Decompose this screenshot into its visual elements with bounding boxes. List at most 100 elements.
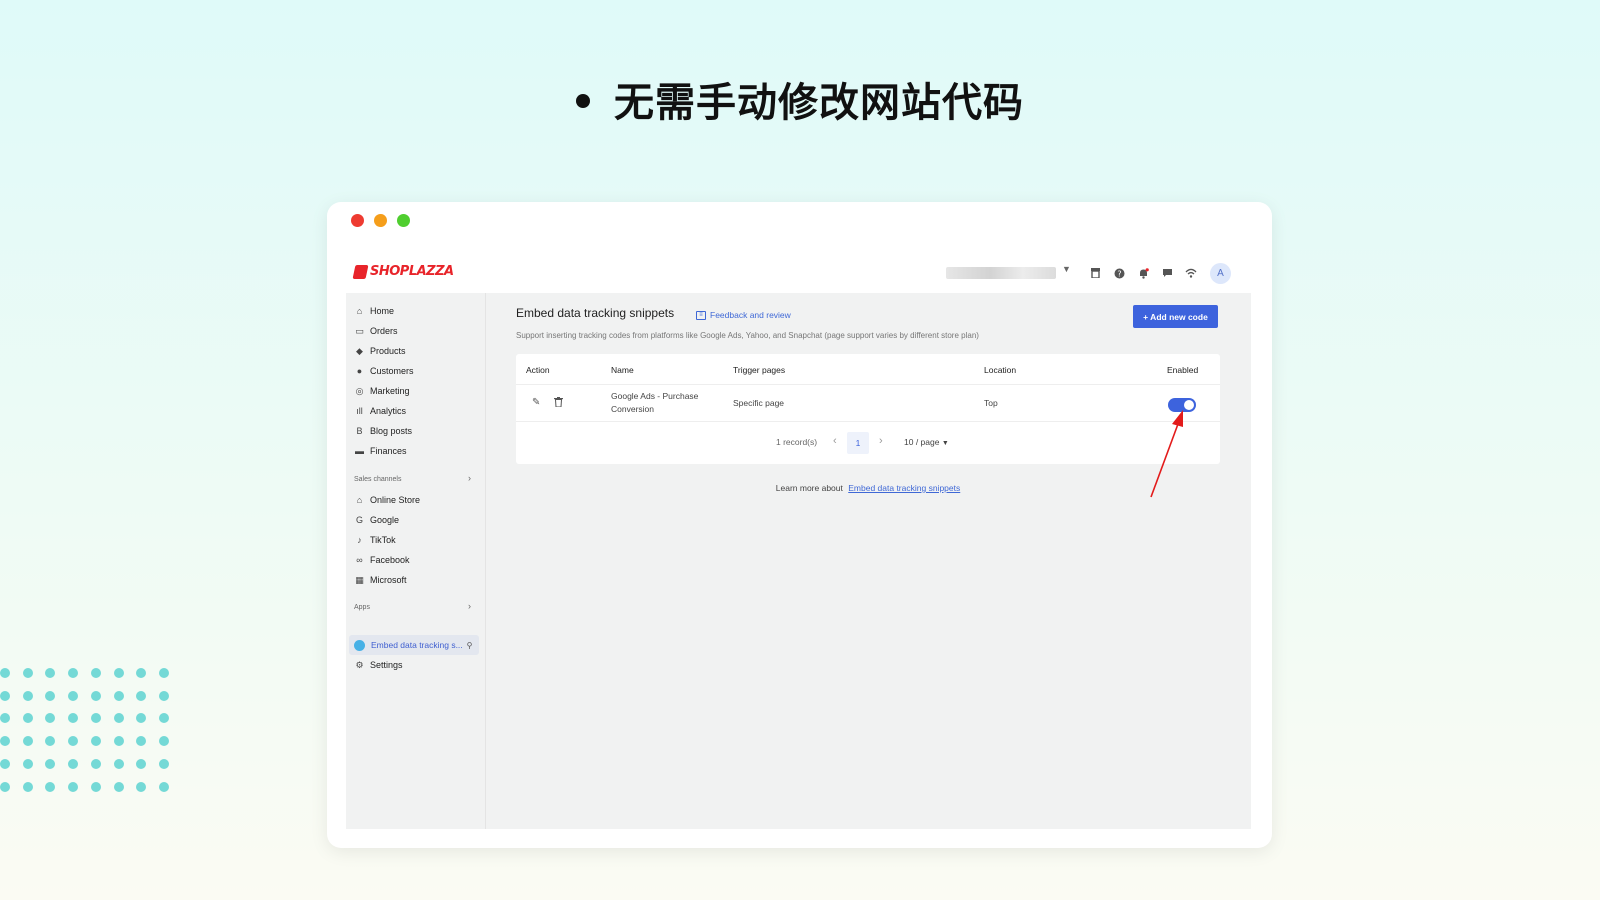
column-header-action: Action	[526, 365, 550, 375]
bell-icon[interactable]	[1135, 262, 1151, 284]
table-header: Action Name Trigger pages Location Enabl…	[516, 354, 1220, 385]
avatar[interactable]: A	[1210, 262, 1231, 284]
sidebar-item-label: Marketing	[370, 386, 410, 396]
decorative-dot	[68, 758, 79, 769]
enabled-toggle[interactable]	[1168, 398, 1196, 412]
decorative-dot	[22, 713, 33, 724]
edit-icon[interactable]: ✎	[532, 397, 540, 408]
sales-channels-label: Sales channels	[354, 476, 402, 483]
decorative-dot	[136, 781, 147, 792]
store-icon: ⌂	[356, 495, 363, 505]
decorative-dot	[45, 781, 56, 792]
finance-icon: ▬	[355, 446, 364, 456]
close-window-button[interactable]	[351, 214, 364, 227]
prev-page-icon[interactable]: ‹	[833, 435, 837, 447]
feedback-link[interactable]: ≡ Feedback and review	[696, 310, 791, 320]
page-size-value: 10 / page	[904, 437, 940, 447]
decorative-dot	[113, 713, 124, 724]
sidebar-item-tiktok[interactable]: ♪ TikTok	[346, 530, 486, 550]
sidebar-item-online-store[interactable]: ⌂ Online Store	[346, 490, 486, 510]
message-icon[interactable]	[1159, 262, 1175, 284]
store-selector[interactable]	[946, 267, 1056, 279]
top-icons: ? A	[1087, 262, 1231, 284]
decorative-dot	[22, 781, 33, 792]
decorative-dots	[0, 668, 180, 798]
sidebar-item-facebook[interactable]: ∞ Facebook	[346, 550, 486, 570]
pin-icon[interactable]: ⚲	[467, 641, 473, 650]
sidebar-item-settings[interactable]: ⚙ Settings	[346, 655, 486, 675]
decorative-dot	[90, 758, 101, 769]
learn-more-link[interactable]: Embed data tracking snippets	[848, 483, 960, 493]
decorative-dot	[45, 736, 56, 747]
decorative-dot	[113, 758, 124, 769]
learn-more-text: Learn more about	[775, 483, 843, 493]
maximize-window-button[interactable]	[397, 214, 410, 227]
chevron-down-icon[interactable]: ▼	[1062, 264, 1071, 274]
row-trigger: Specific page	[733, 398, 785, 408]
toggle-knob	[1184, 400, 1194, 410]
home-icon: ⌂	[356, 306, 363, 316]
column-header-enabled: Enabled	[1167, 365, 1199, 375]
decorative-dot	[136, 736, 147, 747]
record-count: 1 record(s)	[776, 437, 818, 447]
decorative-dot	[113, 736, 124, 747]
decorative-dot	[45, 713, 56, 724]
decorative-dot	[22, 668, 33, 678]
apps-label: Apps	[354, 604, 370, 611]
page-size-select[interactable]: 10 / page ▼	[904, 437, 949, 447]
shoplazza-logo[interactable]: SHOPLAZZA	[352, 264, 454, 279]
pagination: 1 record(s) ‹ 1 › 10 / page ▼	[516, 422, 1220, 464]
decorative-dot	[45, 668, 56, 678]
decorative-dot	[0, 690, 10, 701]
decorative-dot	[136, 713, 147, 724]
decorative-dot	[45, 758, 56, 769]
row-location: Top	[984, 398, 998, 408]
sidebar-item-embed-tracking[interactable]: Embed data tracking s... ⚲	[349, 635, 479, 655]
blog-icon: B	[356, 426, 363, 436]
add-new-code-button[interactable]: + Add new code	[1133, 305, 1218, 328]
sidebar-item-orders[interactable]: ▭ Orders	[346, 321, 486, 341]
decorative-dot	[113, 690, 124, 701]
decorative-dot	[158, 736, 169, 747]
sidebar-item-home[interactable]: ⌂ Home	[346, 301, 486, 321]
sidebar-item-analytics[interactable]: ıll Analytics	[346, 401, 486, 421]
sidebar-item-google[interactable]: G Google	[346, 510, 486, 530]
delete-icon[interactable]	[554, 397, 563, 410]
row-name: Google Ads - Purchase Conversion	[611, 391, 699, 414]
learn-more: Learn more about Embed data tracking sni…	[516, 483, 1220, 493]
logo-mark-icon	[352, 264, 369, 279]
help-icon[interactable]: ?	[1111, 262, 1127, 284]
sidebar-item-customers[interactable]: ● Customers	[346, 361, 486, 381]
store-icon[interactable]	[1087, 262, 1103, 284]
decorative-dot	[68, 713, 79, 724]
decorative-dot	[22, 690, 33, 701]
column-header-name: Name	[611, 365, 634, 375]
gear-icon: ⚙	[355, 659, 364, 670]
chevron-right-icon[interactable]: ›	[468, 473, 471, 483]
table-row: ✎ Google Ads - Purchase Conversion Speci…	[516, 385, 1220, 422]
chevron-right-icon[interactable]: ›	[468, 601, 471, 611]
microsoft-icon: ▦	[355, 574, 364, 585]
bar-chart-icon: ıll	[356, 406, 363, 416]
sidebar-item-microsoft[interactable]: ▦ Microsoft	[346, 570, 486, 590]
page-number-current[interactable]: 1	[847, 432, 869, 454]
decorative-dot	[90, 736, 101, 747]
sidebar-item-finances[interactable]: ▬ Finances	[346, 441, 486, 461]
decorative-dot	[136, 668, 147, 678]
decorative-dot	[90, 713, 101, 724]
next-page-icon[interactable]: ›	[879, 435, 883, 447]
wifi-icon[interactable]	[1183, 262, 1199, 284]
sidebar-item-label: Home	[370, 306, 395, 316]
decorative-dot	[68, 690, 79, 701]
decorative-dot	[0, 736, 10, 747]
svg-text:?: ?	[1117, 269, 1121, 278]
window-controls	[351, 214, 410, 227]
minimize-window-button[interactable]	[374, 214, 387, 227]
google-icon: G	[355, 515, 363, 525]
logo-text: SHOPLAZZA	[370, 264, 454, 279]
sidebar-item-products[interactable]: ◆ Products	[346, 341, 486, 361]
sidebar-item-blog-posts[interactable]: B Blog posts	[346, 421, 486, 441]
bullet-icon	[576, 94, 590, 108]
sidebar-item-marketing[interactable]: ◎ Marketing	[346, 381, 486, 401]
page-title: Embed data tracking snippets	[516, 306, 675, 320]
